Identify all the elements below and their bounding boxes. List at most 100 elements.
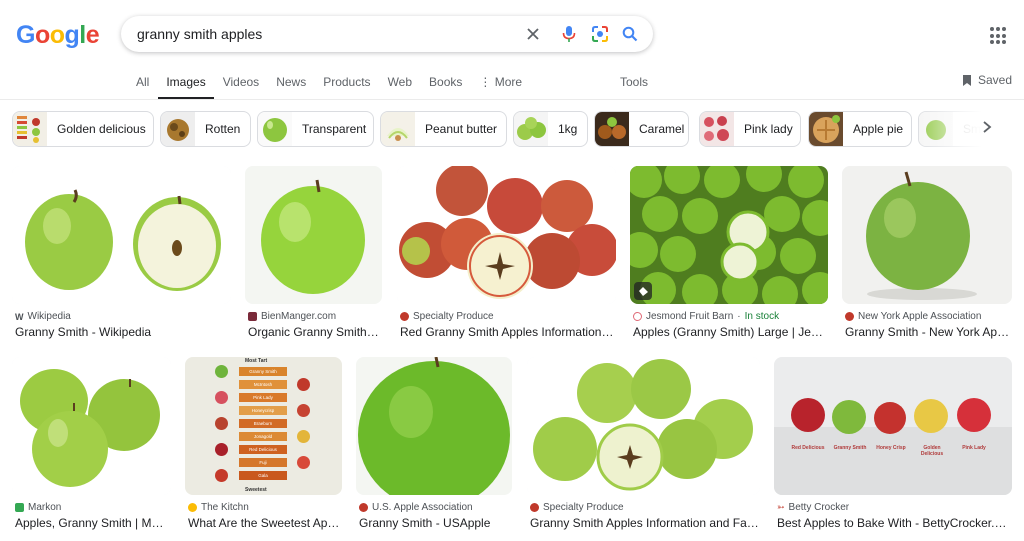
chip-thumbnail [161, 112, 195, 146]
chip-transparent[interactable]: Transparent [257, 111, 374, 147]
result-source: Specialty Produce [530, 502, 624, 513]
source-name: Markon [28, 502, 62, 513]
tools-button[interactable]: Tools [620, 75, 648, 89]
result-card[interactable]: BienManger.com Organic Granny Smith a… [245, 166, 382, 341]
result-image[interactable] [527, 357, 760, 495]
chip-caramel[interactable]: Caramel [594, 111, 689, 147]
result-image[interactable]: Most Tart Granny Smith McIntosh Pink Lady H… [185, 357, 342, 495]
result-image[interactable] [245, 166, 382, 304]
chip-label: Transparent [302, 122, 367, 136]
source-name: U.S. Apple Association [372, 502, 473, 513]
source-name: Betty Crocker [788, 502, 850, 513]
saved-button[interactable]: Saved [962, 73, 1012, 87]
result-card[interactable]: W Wikipedia Granny Smith - Wikipedia [12, 166, 231, 341]
search-input[interactable]: granny smith apples [137, 26, 262, 42]
search-box[interactable]: granny smith apples [121, 16, 653, 52]
google-logo[interactable]: Google [16, 21, 100, 50]
source-name: Jesmond Fruit Barn [646, 311, 734, 322]
result-image[interactable] [842, 166, 1012, 304]
chip-pink-lady[interactable]: Pink lady [699, 111, 801, 147]
apple-label: Honey Crisp [876, 445, 906, 451]
result-card[interactable]: Specialty Produce Red Granny Smith Apple… [397, 166, 616, 341]
search-tabs: All Images Videos News Products Web Book… [136, 75, 539, 99]
tab-all[interactable]: All [136, 75, 149, 99]
source-name: Specialty Produce [413, 311, 494, 322]
chip-1kg[interactable]: 1kg [513, 111, 588, 147]
chip-label: Caramel [639, 122, 685, 136]
infographic-bottom: Sweetest [245, 487, 267, 493]
clear-icon[interactable] [523, 24, 543, 44]
result-card[interactable]: New York Apple Association Granny Smith … [842, 166, 1012, 341]
chip-peanut-butter[interactable]: Peanut butter [380, 111, 507, 147]
site-favicon [15, 503, 24, 512]
site-favicon [359, 503, 368, 512]
infographic-apple [215, 443, 228, 456]
result-image[interactable] [356, 357, 512, 495]
site-favicon [845, 312, 854, 321]
result-image[interactable]: Red Delicious Granny Smith Honey Crisp Gold… [774, 357, 1012, 495]
result-card[interactable]: U.S. Apple Association Granny Smith - US… [356, 357, 512, 532]
result-card[interactable]: Most Tart Granny Smith McIntosh Pink Lady H… [185, 357, 342, 532]
result-image[interactable] [12, 357, 171, 495]
search-icon[interactable] [620, 24, 640, 44]
chip-thumbnail [381, 112, 415, 146]
source-name: Specialty Produce [543, 502, 624, 513]
infographic-apple [215, 391, 228, 404]
infographic-apple [215, 469, 228, 482]
tab-videos[interactable]: Videos [223, 75, 259, 99]
chip-thumbnail [595, 112, 629, 146]
chip-label: Pink lady [744, 122, 793, 136]
infographic-row: Jonagold [239, 432, 287, 441]
header-divider [0, 99, 1024, 100]
tab-books[interactable]: Books [429, 75, 462, 99]
infographic-apple [215, 417, 228, 430]
result-image[interactable] [630, 166, 828, 304]
site-favicon [248, 312, 257, 321]
chip-apple-pie[interactable]: Apple pie [808, 111, 912, 147]
tab-more[interactable]: ⋮ More [479, 75, 522, 99]
result-title[interactable]: Granny Smith - New York Appl… [845, 325, 1012, 339]
chip-label: Peanut butter [425, 122, 498, 136]
chips-fade-overlay [912, 111, 1012, 147]
result-source: New York Apple Association [845, 311, 981, 322]
logo-letter: o [34, 21, 50, 49]
tab-news[interactable]: News [276, 75, 306, 99]
chip-thumbnail [700, 112, 734, 146]
tab-web[interactable]: Web [388, 75, 412, 99]
infographic-apple [215, 365, 228, 378]
result-title[interactable]: Red Granny Smith Apples Information a… [400, 325, 615, 339]
result-title[interactable]: Best Apples to Bake With - BettyCrocker.… [777, 516, 1012, 530]
chip-rotten[interactable]: Rotten [160, 111, 251, 147]
infographic-apple [297, 378, 310, 391]
wikipedia-icon: W [15, 311, 24, 322]
result-title[interactable]: What Are the Sweetest Appl… [188, 516, 342, 530]
chip-label: Apple pie [853, 122, 904, 136]
apple-label: Granny Smith [833, 445, 867, 451]
chip-label: Golden delicious [57, 122, 146, 136]
infographic-row: Granny Smith [239, 367, 287, 376]
result-card[interactable]: Markon Apples, Granny Smith | MA… [12, 357, 171, 532]
tab-images[interactable]: Images [158, 75, 215, 99]
chevron-right-icon[interactable] [982, 120, 992, 139]
apple-label: Golden Delicious [920, 445, 944, 457]
lens-camera-icon[interactable] [590, 24, 610, 44]
result-card[interactable]: Jesmond Fruit Barn · In stock Apples (Gr… [630, 166, 828, 341]
microphone-icon[interactable] [559, 24, 579, 44]
result-card[interactable]: Specialty Produce Granny Smith Apples In… [527, 357, 760, 532]
apps-grid-icon[interactable] [990, 27, 1008, 45]
result-image[interactable] [397, 166, 616, 304]
tab-products[interactable]: Products [323, 75, 370, 99]
site-favicon [188, 503, 197, 512]
infographic-row: Red Delicious [239, 445, 287, 454]
result-image[interactable] [12, 166, 231, 304]
result-title[interactable]: Apples, Granny Smith | MA… [15, 516, 171, 530]
result-title[interactable]: Granny Smith Apples Information and Fact… [530, 516, 760, 530]
source-name: BienManger.com [261, 311, 337, 322]
result-title[interactable]: Granny Smith - Wikipedia [15, 325, 230, 339]
result-source: BienManger.com [248, 311, 336, 322]
result-card[interactable]: Red Delicious Granny Smith Honey Crisp Gold… [774, 357, 1012, 532]
result-title[interactable]: Granny Smith - USApple [359, 516, 512, 530]
chip-golden-delicious[interactable]: Golden delicious [12, 111, 154, 147]
result-title[interactable]: Organic Granny Smith a… [248, 325, 382, 339]
result-title[interactable]: Apples (Granny Smith) Large | Jesm… [633, 325, 828, 339]
